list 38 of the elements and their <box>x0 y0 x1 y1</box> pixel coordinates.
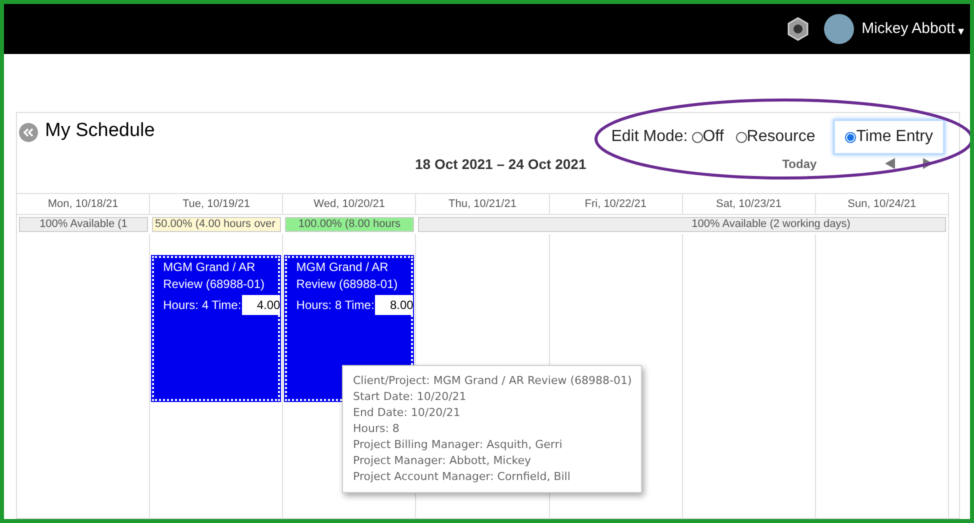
collapse-button[interactable] <box>19 123 38 142</box>
availability-bar: 100% Available (1 <box>19 217 148 232</box>
day-header: Wed, 10/20/21 <box>283 194 416 214</box>
day-header: Sun, 10/24/21 <box>816 194 949 214</box>
availability-bar: 100.00% (8.00 hours <box>285 217 414 232</box>
previous-arrow-icon[interactable] <box>884 158 895 169</box>
tooltip-line: Hours: 8 <box>353 421 400 437</box>
availability-bar: 100% Available (2 working days) <box>418 217 946 232</box>
tooltip-line: End Date: 10/20/21 <box>353 405 460 421</box>
edit-mode-radio[interactable]: Resource <box>736 125 816 149</box>
event-title: MGM Grand / AR Review (68988-01) <box>163 259 266 293</box>
day-header: Fri, 10/22/21 <box>550 194 683 214</box>
caret-icon[interactable]: ▾ <box>958 22 964 40</box>
edit-mode-label: Edit Mode: <box>611 127 688 147</box>
user-name[interactable]: Mickey Abbott <box>862 18 955 40</box>
edit-mode-radio[interactable]: Time Entry <box>833 119 945 155</box>
page-title: My Schedule <box>45 119 155 143</box>
edit-mode-radio[interactable]: Off <box>692 125 724 149</box>
avatar[interactable] <box>824 14 854 44</box>
time-input[interactable]: 8.00 <box>375 295 416 315</box>
event-hours: Hours: 4 Time: <box>163 296 242 314</box>
availability-bar: 50.00% (4.00 hours over <box>152 217 281 232</box>
day-header: Mon, 10/18/21 <box>17 194 150 214</box>
tooltip-line: Project Manager: Abbott, Mickey <box>353 453 532 469</box>
event-block[interactable]: MGM Grand / AR Review (68988-01) Hours: 4 Time: 4.00 <box>152 256 280 401</box>
tooltip-line: Project Account Manager: Cornfield, Bill <box>353 469 570 485</box>
day-header: Tue, 10/19/21 <box>150 194 284 214</box>
today-button[interactable]: Today <box>782 154 817 172</box>
day-header: Sat, 10/23/21 <box>682 194 816 214</box>
double-chevron-icon <box>23 128 34 137</box>
event-title: MGM Grand / AR Review (68988-01) <box>296 259 399 293</box>
tooltip-line: Project Billing Manager: Asquith, Gerri <box>353 437 562 453</box>
date-range: 18 Oct 2021 – 24 Oct 2021 <box>415 155 586 174</box>
day-header: Thu, 10/21/21 <box>416 194 550 214</box>
next-arrow-icon[interactable] <box>922 158 933 169</box>
time-input[interactable]: 4.00 <box>242 295 282 315</box>
nut-icon[interactable] <box>786 17 810 41</box>
event-hours: Hours: 8 Time: <box>296 296 374 314</box>
